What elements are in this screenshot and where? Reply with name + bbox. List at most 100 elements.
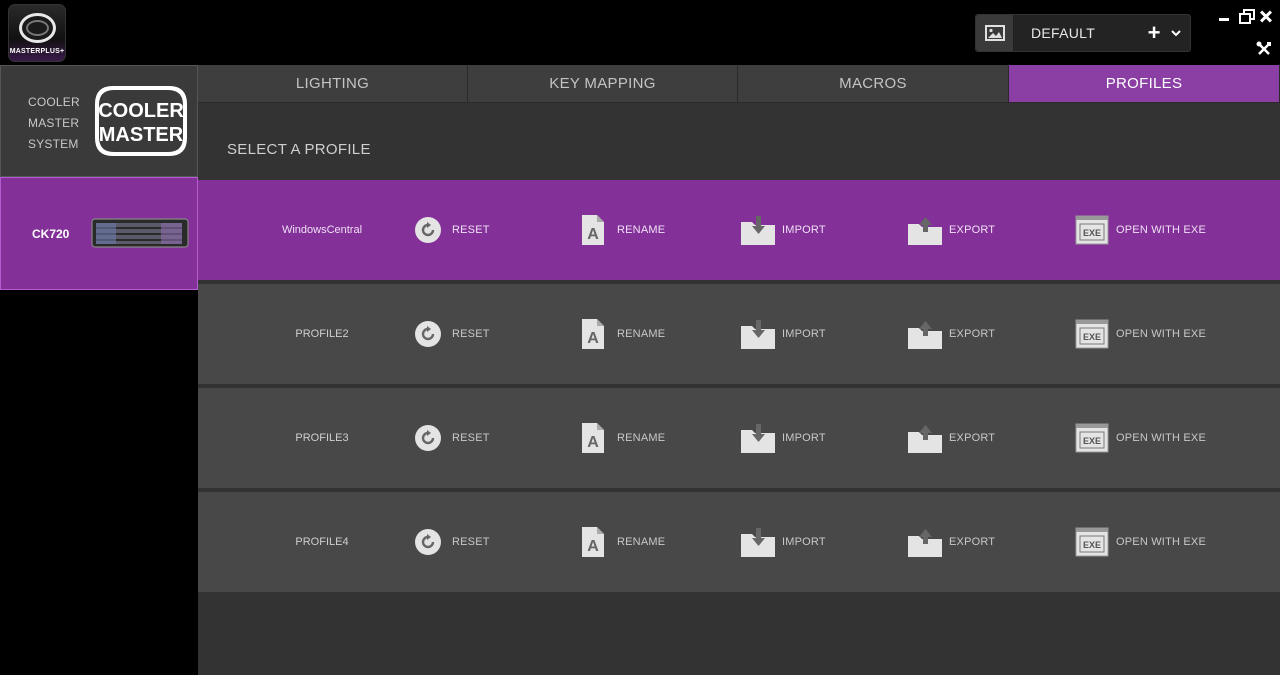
- import-folder-icon: [741, 424, 775, 453]
- profile-dropdown-button[interactable]: [1168, 23, 1184, 43]
- exe-window-icon: EXE: [1075, 319, 1109, 349]
- export-folder-icon: [908, 217, 942, 245]
- rename-label: RENAME: [617, 536, 666, 548]
- open-with-exe-button[interactable]: EXE OPEN WITH EXE: [1074, 316, 1206, 352]
- brand-line-3: SYSTEM: [28, 137, 79, 151]
- image-icon: [984, 25, 1005, 41]
- cooler-master-system-panel[interactable]: COOLER MASTER SYSTEM COOLER MASTER: [0, 65, 198, 177]
- reset-icon: [415, 321, 441, 347]
- close-icon[interactable]: [1258, 8, 1274, 24]
- import-button[interactable]: IMPORT: [740, 316, 826, 352]
- svg-text:A: A: [587, 330, 599, 347]
- export-folder-icon: [908, 529, 942, 557]
- rename-icon: A: [582, 319, 604, 349]
- import-label: IMPORT: [782, 328, 826, 340]
- profile-name: PROFILE3: [295, 432, 349, 444]
- export-label: EXPORT: [949, 536, 996, 548]
- rename-button[interactable]: A RENAME: [575, 524, 665, 560]
- import-label: IMPORT: [782, 224, 826, 236]
- brand-line-1: COOLER: [28, 95, 80, 109]
- current-profile-name: DEFAULT: [1031, 25, 1096, 41]
- export-button[interactable]: EXPORT: [907, 420, 995, 456]
- rename-label: RENAME: [617, 328, 666, 340]
- rename-label: RENAME: [617, 224, 666, 236]
- tab-profiles[interactable]: PROFILES: [1009, 65, 1280, 103]
- reset-button[interactable]: RESET: [410, 524, 490, 560]
- reset-icon: [415, 529, 441, 555]
- page-title: SELECT A PROFILE: [227, 141, 371, 158]
- open-with-exe-button[interactable]: EXE OPEN WITH EXE: [1074, 524, 1206, 560]
- profile-name: PROFILE2: [295, 328, 349, 340]
- exe-window-icon: EXE: [1075, 423, 1109, 453]
- export-button[interactable]: EXPORT: [907, 316, 995, 352]
- profile-row-1[interactable]: WindowsCentral RESET A RENAME IMPORT EXP…: [198, 180, 1280, 280]
- chevron-down-icon: [1171, 30, 1181, 37]
- reset-label: RESET: [452, 432, 490, 444]
- reset-icon: [415, 217, 441, 243]
- open-with-exe-label: OPEN WITH EXE: [1116, 224, 1206, 236]
- export-label: EXPORT: [949, 432, 996, 444]
- open-with-exe-button[interactable]: EXE OPEN WITH EXE: [1074, 212, 1206, 248]
- export-folder-icon: [908, 321, 942, 349]
- profile-name: WindowsCentral: [281, 224, 363, 236]
- add-profile-button[interactable]: +: [1144, 22, 1164, 44]
- app-window: MASTERPLUS+ DEFAULT + COOLER MASTER SYST…: [0, 0, 1280, 675]
- app-logo-text: MASTERPLUS+: [9, 48, 65, 55]
- import-label: IMPORT: [782, 536, 826, 548]
- cooler-master-logo: COOLER MASTER: [95, 86, 187, 156]
- restore-icon[interactable]: [1238, 8, 1255, 24]
- brand-line-2: MASTER: [28, 116, 80, 130]
- main-content: SELECT A PROFILE WindowsCentral RESET A: [198, 103, 1280, 675]
- export-folder-icon: [908, 425, 942, 453]
- profile-row-4[interactable]: PROFILE4 RESET A RENAME IMPORT EXPORT EX…: [198, 492, 1280, 592]
- device-name: CK720: [32, 227, 70, 241]
- import-button[interactable]: IMPORT: [740, 212, 826, 248]
- rename-label: RENAME: [617, 432, 666, 444]
- open-with-exe-label: OPEN WITH EXE: [1116, 432, 1206, 444]
- exe-badge-text: EXE: [1083, 436, 1101, 446]
- logo-word-2: MASTER: [99, 124, 184, 146]
- app-logo-disc-icon: [19, 13, 56, 43]
- title-bar: MASTERPLUS+ DEFAULT +: [0, 0, 1280, 65]
- profile-image-button[interactable]: [976, 15, 1014, 51]
- import-button[interactable]: IMPORT: [740, 524, 826, 560]
- profile-selector[interactable]: DEFAULT +: [975, 14, 1191, 52]
- exe-badge-text: EXE: [1083, 332, 1101, 342]
- device-item-ck720[interactable]: CK720: [0, 177, 198, 290]
- export-button[interactable]: EXPORT: [907, 524, 995, 560]
- sidebar: COOLER MASTER SYSTEM COOLER MASTER CK720: [0, 65, 198, 675]
- tab-key-mapping[interactable]: KEY MAPPING: [468, 65, 738, 103]
- rename-button[interactable]: A RENAME: [575, 420, 665, 456]
- tab-macros[interactable]: MACROS: [738, 65, 1009, 103]
- masterplus-app-logo: MASTERPLUS+: [8, 4, 66, 62]
- minimize-icon[interactable]: [1216, 8, 1232, 24]
- tab-bar: LIGHTING KEY MAPPING MACROS PROFILES: [198, 65, 1280, 103]
- import-label: IMPORT: [782, 432, 826, 444]
- reset-button[interactable]: RESET: [410, 316, 490, 352]
- exe-badge-text: EXE: [1083, 540, 1101, 550]
- profile-row-2[interactable]: PROFILE2 RESET A RENAME IMPORT EXPORT EX…: [198, 284, 1280, 384]
- rename-icon: A: [582, 423, 604, 453]
- export-label: EXPORT: [949, 224, 996, 236]
- reset-label: RESET: [452, 224, 490, 236]
- export-button[interactable]: EXPORT: [907, 212, 995, 248]
- tab-lighting[interactable]: LIGHTING: [198, 65, 468, 103]
- svg-text:A: A: [587, 538, 599, 555]
- rename-button[interactable]: A RENAME: [575, 316, 665, 352]
- reset-button[interactable]: RESET: [410, 420, 490, 456]
- logo-word-1: COOLER: [98, 100, 184, 122]
- rename-icon: A: [582, 527, 604, 557]
- open-with-exe-label: OPEN WITH EXE: [1116, 328, 1206, 340]
- reset-button[interactable]: RESET: [410, 212, 490, 248]
- brand-text: COOLER MASTER SYSTEM: [28, 92, 80, 155]
- import-button[interactable]: IMPORT: [740, 420, 826, 456]
- profile-row-3[interactable]: PROFILE3 RESET A RENAME IMPORT EXPORT EX…: [198, 388, 1280, 488]
- import-folder-icon: [741, 216, 775, 245]
- rename-icon: A: [582, 215, 604, 245]
- tools-button[interactable]: [1256, 41, 1272, 57]
- svg-text:A: A: [587, 226, 599, 243]
- window-controls: [1216, 8, 1276, 24]
- rename-button[interactable]: A RENAME: [575, 212, 665, 248]
- open-with-exe-button[interactable]: EXE OPEN WITH EXE: [1074, 420, 1206, 456]
- import-folder-icon: [741, 320, 775, 349]
